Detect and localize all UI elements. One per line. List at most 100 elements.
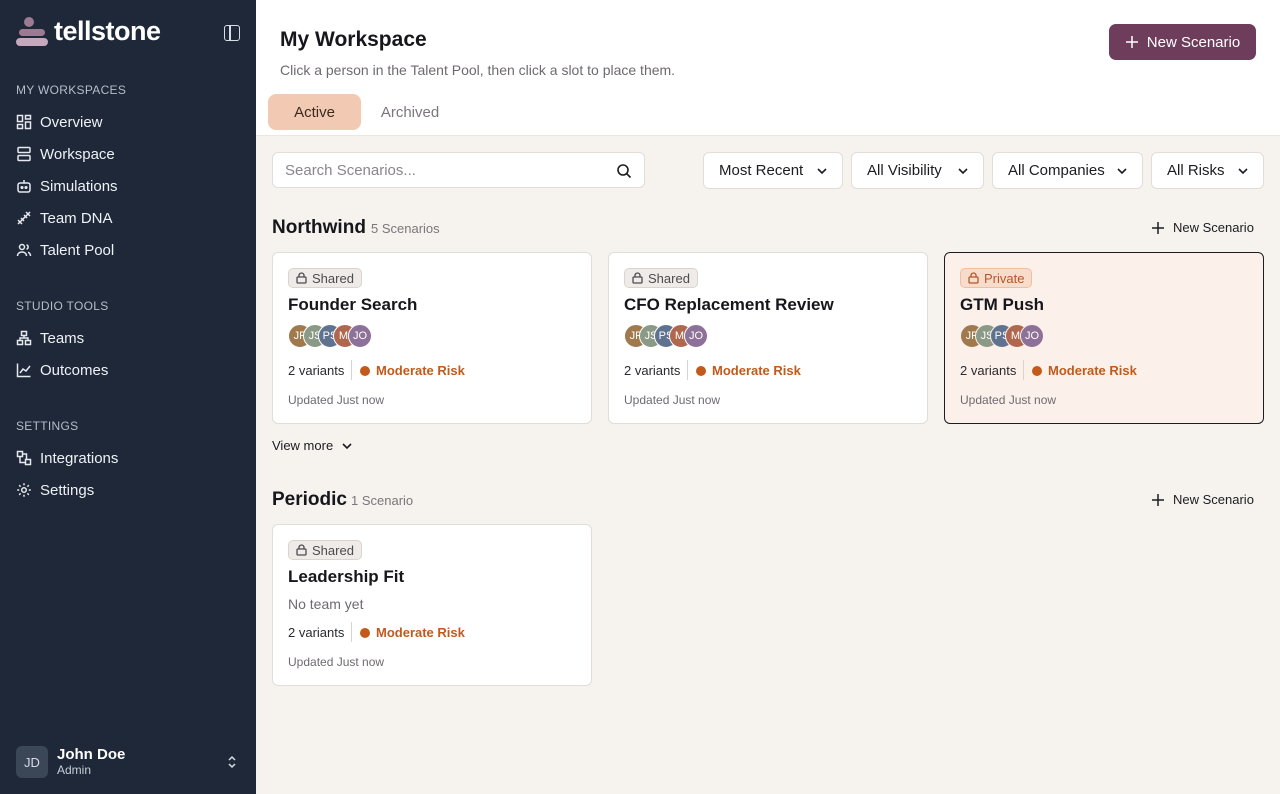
grid-icon — [16, 114, 32, 130]
risks-dropdown[interactable]: All Risks — [1151, 152, 1264, 189]
updated-timestamp: Updated Just now — [624, 393, 721, 407]
gear-icon — [17, 483, 31, 497]
group-new-scenario-label: New Scenario — [1173, 492, 1254, 507]
brand-logo[interactable]: tellstone — [16, 16, 161, 47]
visibility-badge: Shared — [288, 540, 362, 560]
risk-indicator: Moderate Risk — [1032, 363, 1137, 378]
sidebar-item-workspace[interactable]: Workspace — [16, 142, 115, 166]
lock-icon — [632, 272, 643, 284]
sidebar-item-integrations[interactable]: Integrations — [16, 446, 118, 470]
lock-icon — [968, 272, 979, 284]
companies-dropdown[interactable]: All Companies — [992, 152, 1143, 189]
sidebar-item-label: Teams — [40, 329, 85, 347]
brand-name: tellstone — [54, 16, 161, 46]
card-title: Leadership Fit — [288, 567, 405, 586]
sidebar-item-label: Overview — [40, 113, 103, 131]
divider — [687, 360, 688, 380]
sidebar-item-label: Outcomes — [40, 361, 109, 379]
card-title: CFO Replacement Review — [624, 295, 834, 314]
avatar: JO — [1020, 324, 1044, 348]
updated-timestamp: Updated Just now — [288, 655, 385, 669]
user-name: John Doe — [57, 746, 126, 763]
chevron-down-icon — [1238, 168, 1248, 175]
group-count: 1 Scenario — [351, 493, 414, 508]
visibility-dropdown[interactable]: All Visibility — [851, 152, 984, 189]
visibility-badge: Private — [960, 268, 1033, 288]
scenario-card[interactable]: Shared CFO Replacement Review JP JS PS M… — [608, 252, 928, 424]
chevron-up-down-icon[interactable] — [224, 754, 240, 770]
new-scenario-label: New Scenario — [1146, 33, 1241, 51]
user-menu[interactable]: JD John Doe Admin — [16, 746, 240, 778]
risk-dot-icon — [360, 627, 370, 638]
sidebar-item-label: Integrations — [40, 449, 119, 467]
risk-label: Moderate Risk — [1048, 363, 1137, 378]
people-icon — [16, 243, 32, 257]
risk-label: Moderate Risk — [376, 625, 465, 640]
sidebar-item-label: Simulations — [40, 177, 118, 195]
sidebar-item-team-dna[interactable]: Team DNA — [16, 206, 113, 230]
logo-mark-icon — [16, 16, 48, 47]
sidebar-item-teams[interactable]: Teams — [16, 326, 84, 350]
visibility-label: Shared — [312, 542, 354, 558]
chevron-down-icon — [342, 442, 352, 449]
page-header: My Workspace Click a person in the Talen… — [256, 0, 1280, 136]
sidebar-item-label: Workspace — [40, 145, 115, 163]
group-title: Periodic — [272, 489, 347, 510]
robot-icon — [17, 180, 31, 193]
sidebar-item-settings[interactable]: Settings — [16, 478, 94, 502]
tab-archived[interactable]: Archived — [366, 94, 454, 130]
scenario-card-selected[interactable]: Private GTM Push JP JS PS MI JO 2 varian… — [944, 252, 1264, 424]
group-new-scenario-button[interactable]: New Scenario — [1151, 492, 1254, 507]
card-title: Founder Search — [288, 295, 418, 314]
variants-count: 2 variants — [960, 363, 1017, 378]
sidebar-item-label: Team DNA — [40, 209, 113, 227]
group-new-scenario-button[interactable]: New Scenario — [1151, 220, 1254, 235]
section-label-settings: SETTINGS — [16, 419, 79, 433]
chevron-down-icon — [1117, 168, 1127, 175]
avatar: JO — [348, 324, 372, 348]
new-scenario-button[interactable]: New Scenario — [1109, 24, 1256, 60]
plus-icon — [1152, 221, 1164, 234]
line-chart-icon — [16, 363, 31, 378]
no-team-text: No team yet — [288, 596, 364, 612]
page-subtitle: Click a person in the Talent Pool, then … — [280, 62, 676, 78]
sort-dropdown[interactable]: Most Recent — [703, 152, 843, 189]
card-title: GTM Push — [960, 295, 1045, 314]
view-more-button[interactable]: View more — [272, 438, 353, 453]
sidebar-toggle-icon[interactable] — [224, 25, 240, 41]
page-title: My Workspace — [280, 28, 427, 51]
search-icon[interactable] — [616, 163, 632, 179]
visibility-label: Shared — [648, 270, 690, 286]
divider — [351, 622, 352, 642]
visibility-label: Shared — [312, 270, 354, 286]
risk-indicator: Moderate Risk — [696, 363, 801, 378]
visibility-label: Private — [984, 270, 1025, 286]
sidebar-item-simulations[interactable]: Simulations — [16, 174, 118, 198]
plus-icon — [1125, 36, 1138, 48]
section-label-studio-tools: STUDIO TOOLS — [16, 299, 109, 313]
section-label-my-workspaces: MY WORKSPACES — [16, 83, 127, 97]
sidebar-item-label: Talent Pool — [40, 241, 115, 259]
risk-dot-icon — [696, 365, 706, 376]
sidebar-item-talent-pool[interactable]: Talent Pool — [16, 238, 114, 262]
tab-active[interactable]: Active — [268, 94, 361, 130]
scenario-card[interactable]: Shared Founder Search JP JS PS MI JO 2 v… — [272, 252, 592, 424]
org-chart-icon — [16, 330, 32, 346]
group-new-scenario-label: New Scenario — [1173, 220, 1254, 235]
sidebar-item-overview[interactable]: Overview — [16, 110, 103, 134]
risk-indicator: Moderate Risk — [360, 625, 465, 640]
lock-icon — [296, 272, 307, 284]
divider — [351, 360, 352, 380]
group-count: 5 Scenarios — [371, 221, 440, 236]
search-input[interactable]: Search Scenarios... — [272, 152, 645, 188]
user-role: Admin — [57, 763, 92, 777]
plus-icon — [1152, 493, 1164, 506]
sidebar-item-outcomes[interactable]: Outcomes — [16, 358, 108, 382]
risk-dot-icon — [360, 365, 370, 376]
risk-label: Moderate Risk — [376, 363, 465, 378]
view-more-label: View more — [272, 438, 334, 453]
variants-count: 2 variants — [288, 363, 345, 378]
risk-dot-icon — [1032, 365, 1042, 376]
scenario-card[interactable]: Shared Leadership Fit No team yet 2 vari… — [272, 524, 592, 686]
chevron-down-icon — [958, 168, 968, 175]
